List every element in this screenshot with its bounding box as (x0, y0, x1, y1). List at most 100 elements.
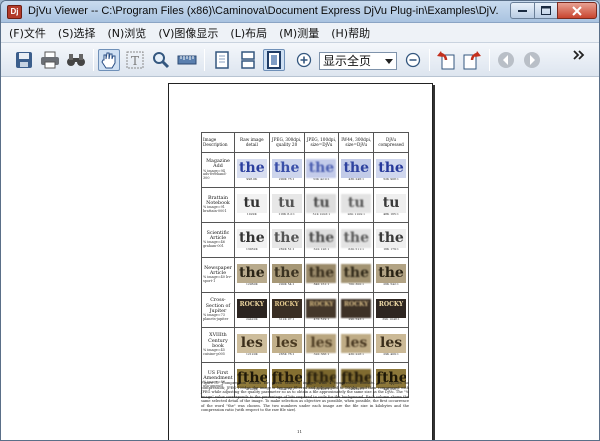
table-row: Scientific Article% image=46 graham-001 t… (201, 222, 409, 258)
size-ratio-label: 998.0K (246, 177, 258, 182)
menu-measure[interactable]: (M)测量 (279, 25, 319, 41)
row-label-cell: Magazine Add% image=94 ads-freehand-300 (201, 152, 235, 188)
menu-layout[interactable]: (L)布局 (230, 25, 267, 41)
zoom-out-button[interactable] (402, 49, 424, 71)
hand-tool-icon (101, 52, 116, 69)
size-ratio-label: 51K 1003:1 (312, 212, 331, 217)
text-select-button[interactable]: T (124, 49, 146, 71)
image-sample-cell: the 290K 54:1 (268, 257, 305, 293)
maximize-button[interactable] (534, 2, 558, 19)
size-ratio-label: 262K 51:1 (278, 247, 295, 252)
title-bar[interactable]: Dj DjVu Viewer -- C:\Program Files (x86)… (1, 1, 599, 23)
table-header-row: Image Description Raw image detail JPEG,… (201, 132, 409, 153)
image-sample-thumbnail: ROCKY (341, 299, 372, 319)
ruler-button[interactable] (176, 49, 198, 71)
image-sample-cell: ROCKY 312K 97:1 (268, 292, 305, 328)
image-sample-thumbnail: the (306, 229, 337, 249)
maximize-icon (541, 6, 551, 15)
rotate-right-button[interactable] (461, 49, 483, 71)
row-subtitle: % image=91 brattain-0001 (203, 205, 227, 214)
row-title: Cross-Section of Jupiter (205, 298, 231, 314)
size-ratio-label: 39K 1048:1 (382, 317, 400, 322)
image-sample-cell: tu 51K 1003:1 (303, 187, 340, 223)
menu-browse[interactable]: (N)浏览 (108, 25, 147, 41)
find-button[interactable] (65, 49, 87, 71)
image-sample-thumbnail: ROCKY (271, 299, 302, 319)
image-sample-cell: the 52K 908:1 (373, 152, 409, 188)
ruler-icon (177, 55, 197, 65)
image-sample-cell: ROCKY 24420K (233, 292, 270, 328)
page-number: 11 (297, 429, 303, 434)
zoom-level-select[interactable]: 显示全页 (319, 52, 397, 70)
size-ratio-label: 24420K (245, 317, 258, 322)
image-sample-thumbnail: tu (271, 194, 302, 214)
image-sample-thumbnail: tu (376, 194, 407, 214)
minimize-button[interactable] (510, 2, 535, 19)
table-header: Raw image detail (233, 132, 270, 153)
table-row: Brattain Notebook% image=91 brattain-000… (201, 187, 409, 223)
image-sample-cell: the 262K 51:1 (268, 222, 305, 258)
image-sample-cell: the 61K 126:1 (303, 222, 340, 258)
image-sample-cell: les 283K 76:1 (268, 327, 305, 363)
image-sample-cell: the 290K 73:1 (268, 152, 305, 188)
size-ratio-label: 29K 543:1 (348, 317, 365, 322)
rotate-left-button[interactable] (435, 49, 457, 71)
zoom-tool-button[interactable] (150, 49, 172, 71)
toolbar-separator (429, 49, 430, 71)
table-header: Image Description (201, 132, 235, 153)
save-button[interactable] (13, 49, 35, 71)
menu-select[interactable]: (S)选择 (58, 25, 96, 41)
image-sample-cell: the 84K 161:1 (303, 257, 340, 293)
table-header: JPEG, 100dpi, size=DjVu (303, 132, 340, 153)
image-sample-thumbnail: ROCKY (306, 299, 337, 319)
row-title: Magazine Add (206, 159, 230, 170)
size-ratio-label: 63K 511:1 (348, 247, 365, 252)
image-sample-thumbnail: tu (236, 194, 267, 214)
document-viewer[interactable]: Image Description Raw image detail JPEG,… (1, 77, 599, 440)
single-page-icon (215, 51, 229, 69)
size-ratio-label: 26K 542:1 (383, 282, 399, 287)
zoom-tool-icon (153, 52, 170, 69)
menu-help[interactable]: (H)帮助 (331, 25, 370, 41)
image-sample-thumbnail: the (271, 229, 302, 249)
image-sample-thumbnail: the (376, 159, 407, 179)
print-button[interactable] (39, 49, 61, 71)
hand-tool-button[interactable] (98, 49, 120, 71)
menu-file[interactable]: (F)文件 (9, 25, 46, 41)
image-sample-cell: the 13032K (233, 222, 270, 258)
size-ratio-label: 12960K (245, 282, 258, 287)
row-label-cell: Newspaper Article% image=40 lrv-sport-1 (201, 257, 235, 293)
continuous-page-icon (241, 51, 255, 69)
back-button[interactable] (495, 49, 517, 71)
single-page-button[interactable] (211, 49, 233, 71)
size-ratio-label: 48K 165:1 (383, 212, 399, 217)
size-ratio-label: 290K 73:1 (278, 177, 295, 182)
image-sample-thumbnail: les (341, 334, 372, 354)
table-header: JPEG, 300dpi, quality 20 (268, 132, 305, 153)
compression-results-table: Image Description Raw image detail JPEG,… (201, 132, 409, 398)
close-button[interactable] (557, 2, 597, 19)
fit-page-button[interactable] (263, 49, 285, 71)
menu-bar: (F)文件 (S)选择 (N)浏览 (V)图像显示 (L)布局 (M)测量 (H… (1, 23, 599, 43)
zoom-level-value: 显示全页 (323, 54, 372, 68)
image-sample-thumbnail: the (306, 264, 337, 284)
image-sample-cell: the 43K 246:1 (338, 152, 375, 188)
image-sample-cell: ROCKY 39K 1048:1 (373, 292, 409, 328)
continuous-page-button[interactable] (237, 49, 259, 71)
figure-caption: Figure 1: Compression results for seven … (201, 381, 409, 412)
size-ratio-label: 312K 97:1 (278, 317, 295, 322)
menu-image-display[interactable]: (V)图像显示 (158, 25, 218, 41)
size-ratio-label: 43K 228:1 (348, 352, 365, 357)
size-ratio-label: 76K 300:1 (348, 282, 365, 287)
more-tools-button[interactable] (571, 47, 587, 63)
zoom-out-icon (405, 52, 421, 68)
save-icon (16, 52, 32, 68)
document-page: Image Description Raw image detail JPEG,… (168, 83, 433, 440)
zoom-in-button[interactable] (293, 49, 315, 71)
svg-text:T: T (131, 54, 139, 68)
table-body: Magazine Add% image=94 ads-freehand-300 t… (201, 152, 409, 398)
row-subtitle: % image=94 ads-freehand-300 (203, 168, 227, 181)
size-ratio-label: 283K 76:1 (278, 352, 295, 357)
image-sample-cell: tu 48K 165:1 (373, 187, 409, 223)
forward-button[interactable] (521, 49, 543, 71)
